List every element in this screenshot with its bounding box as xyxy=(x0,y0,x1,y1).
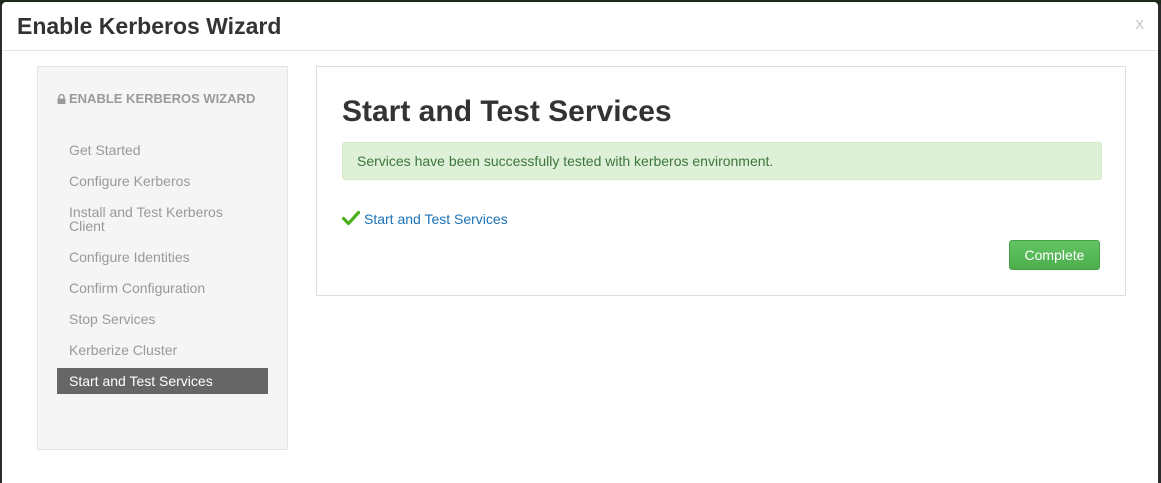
success-alert: Services have been successfully tested w… xyxy=(342,142,1102,180)
sidebar-item-start-test-services[interactable]: Start and Test Services xyxy=(57,368,268,394)
close-button[interactable]: x xyxy=(1136,14,1145,34)
modal-header: Enable Kerberos Wizard x xyxy=(2,2,1158,51)
sidebar-header-label: ENABLE KERBEROS WIZARD xyxy=(69,91,256,106)
lock-icon xyxy=(57,94,66,104)
sidebar-item-kerberize-cluster[interactable]: Kerberize Cluster xyxy=(57,337,268,363)
wizard-steps-list: Get Started Configure Kerberos Install a… xyxy=(57,137,268,399)
sidebar-item-configure-identities[interactable]: Configure Identities xyxy=(57,244,268,270)
sidebar-item-get-started[interactable]: Get Started xyxy=(57,137,268,163)
sidebar-header: ENABLE KERBEROS WIZARD xyxy=(57,89,257,109)
sidebar-item-install-test-client[interactable]: Install and Test Kerberos Client xyxy=(57,199,268,239)
step-title: Start and Test Services xyxy=(342,95,672,128)
complete-button[interactable]: Complete xyxy=(1009,240,1100,270)
task-row: Start and Test Services xyxy=(342,209,508,229)
sidebar-item-configure-kerberos[interactable]: Configure Kerberos xyxy=(57,168,268,194)
task-link[interactable]: Start and Test Services xyxy=(364,211,508,227)
sidebar-item-stop-services[interactable]: Stop Services xyxy=(57,306,268,332)
step-content-panel: Start and Test Services Services have be… xyxy=(316,66,1126,296)
check-icon xyxy=(342,210,360,226)
wizard-sidebar: ENABLE KERBEROS WIZARD Get Started Confi… xyxy=(37,66,288,450)
sidebar-item-confirm-configuration[interactable]: Confirm Configuration xyxy=(57,275,268,301)
wizard-modal: Enable Kerberos Wizard x ENABLE KERBEROS… xyxy=(2,2,1158,483)
modal-title: Enable Kerberos Wizard xyxy=(17,13,282,39)
